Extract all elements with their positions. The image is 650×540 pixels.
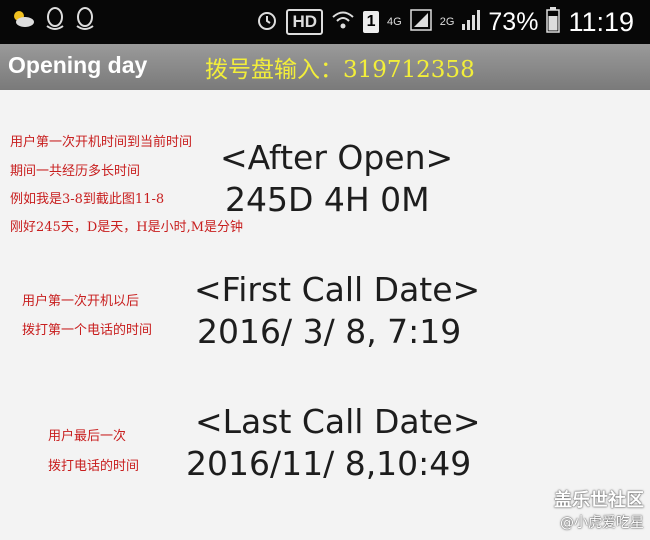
signal-icon: [409, 9, 432, 35]
weather-icon: [10, 8, 36, 34]
last-call-label: <Last Call Date>: [195, 402, 481, 441]
annotation-note: 用户最后一次: [48, 429, 127, 444]
watermark-line: 盖乐世社区: [554, 490, 644, 511]
watermark-line: @小虎爱吃星: [560, 515, 644, 531]
dial-input-caption: 拨号盘输入：319712358: [205, 57, 475, 83]
app-title: Opening day: [8, 52, 148, 78]
battery-percent: 73%: [488, 7, 539, 36]
first-call-label: <First Call Date>: [194, 270, 481, 309]
annotation-note: 期间一共经历多长时间: [10, 164, 141, 179]
after-open-value: 245D 4H 0M: [225, 180, 430, 219]
battery-icon: [546, 7, 561, 37]
annotation-note: 刚好245天，D是天，H是小时,M是分钟: [10, 220, 244, 235]
alarm-icon: [256, 9, 278, 35]
annotation-note: 拨打第一个电话的时间: [22, 323, 153, 338]
signal-icon: [462, 10, 481, 34]
last-call-value: 2016/11/ 8,10:49: [186, 444, 472, 483]
after-open-label: <After Open>: [220, 138, 454, 177]
clock: 11:19: [568, 6, 634, 37]
app-bar: Opening day 拨号盘输入：319712358: [0, 44, 650, 90]
wifi-icon: [331, 10, 355, 34]
annotation-note: 例如我是3-8到截此图11-8: [10, 192, 165, 207]
sim-badge: 1: [363, 11, 380, 33]
network-2g-label: 2G: [439, 16, 455, 28]
first-call-value: 2016/ 3/ 8, 7:19: [197, 312, 462, 351]
annotation-note: 用户第一次开机以后: [22, 294, 140, 309]
network-4g-label: 4G: [387, 16, 402, 28]
status-right: HD 1 4G 2G 73% 11:19: [256, 4, 634, 40]
status-left: [10, 6, 96, 36]
hd-badge: HD: [286, 9, 324, 35]
qq-icon: [74, 6, 96, 36]
annotation-note: 拨打电话的时间: [48, 459, 140, 474]
watermark: 盖乐世社区 @小虎爱吃星: [554, 486, 644, 532]
annotation-note: 用户第一次开机时间到当前时间: [10, 135, 193, 150]
qq-icon: [44, 6, 66, 36]
status-bar: HD 1 4G 2G 73% 11:19: [0, 0, 650, 44]
